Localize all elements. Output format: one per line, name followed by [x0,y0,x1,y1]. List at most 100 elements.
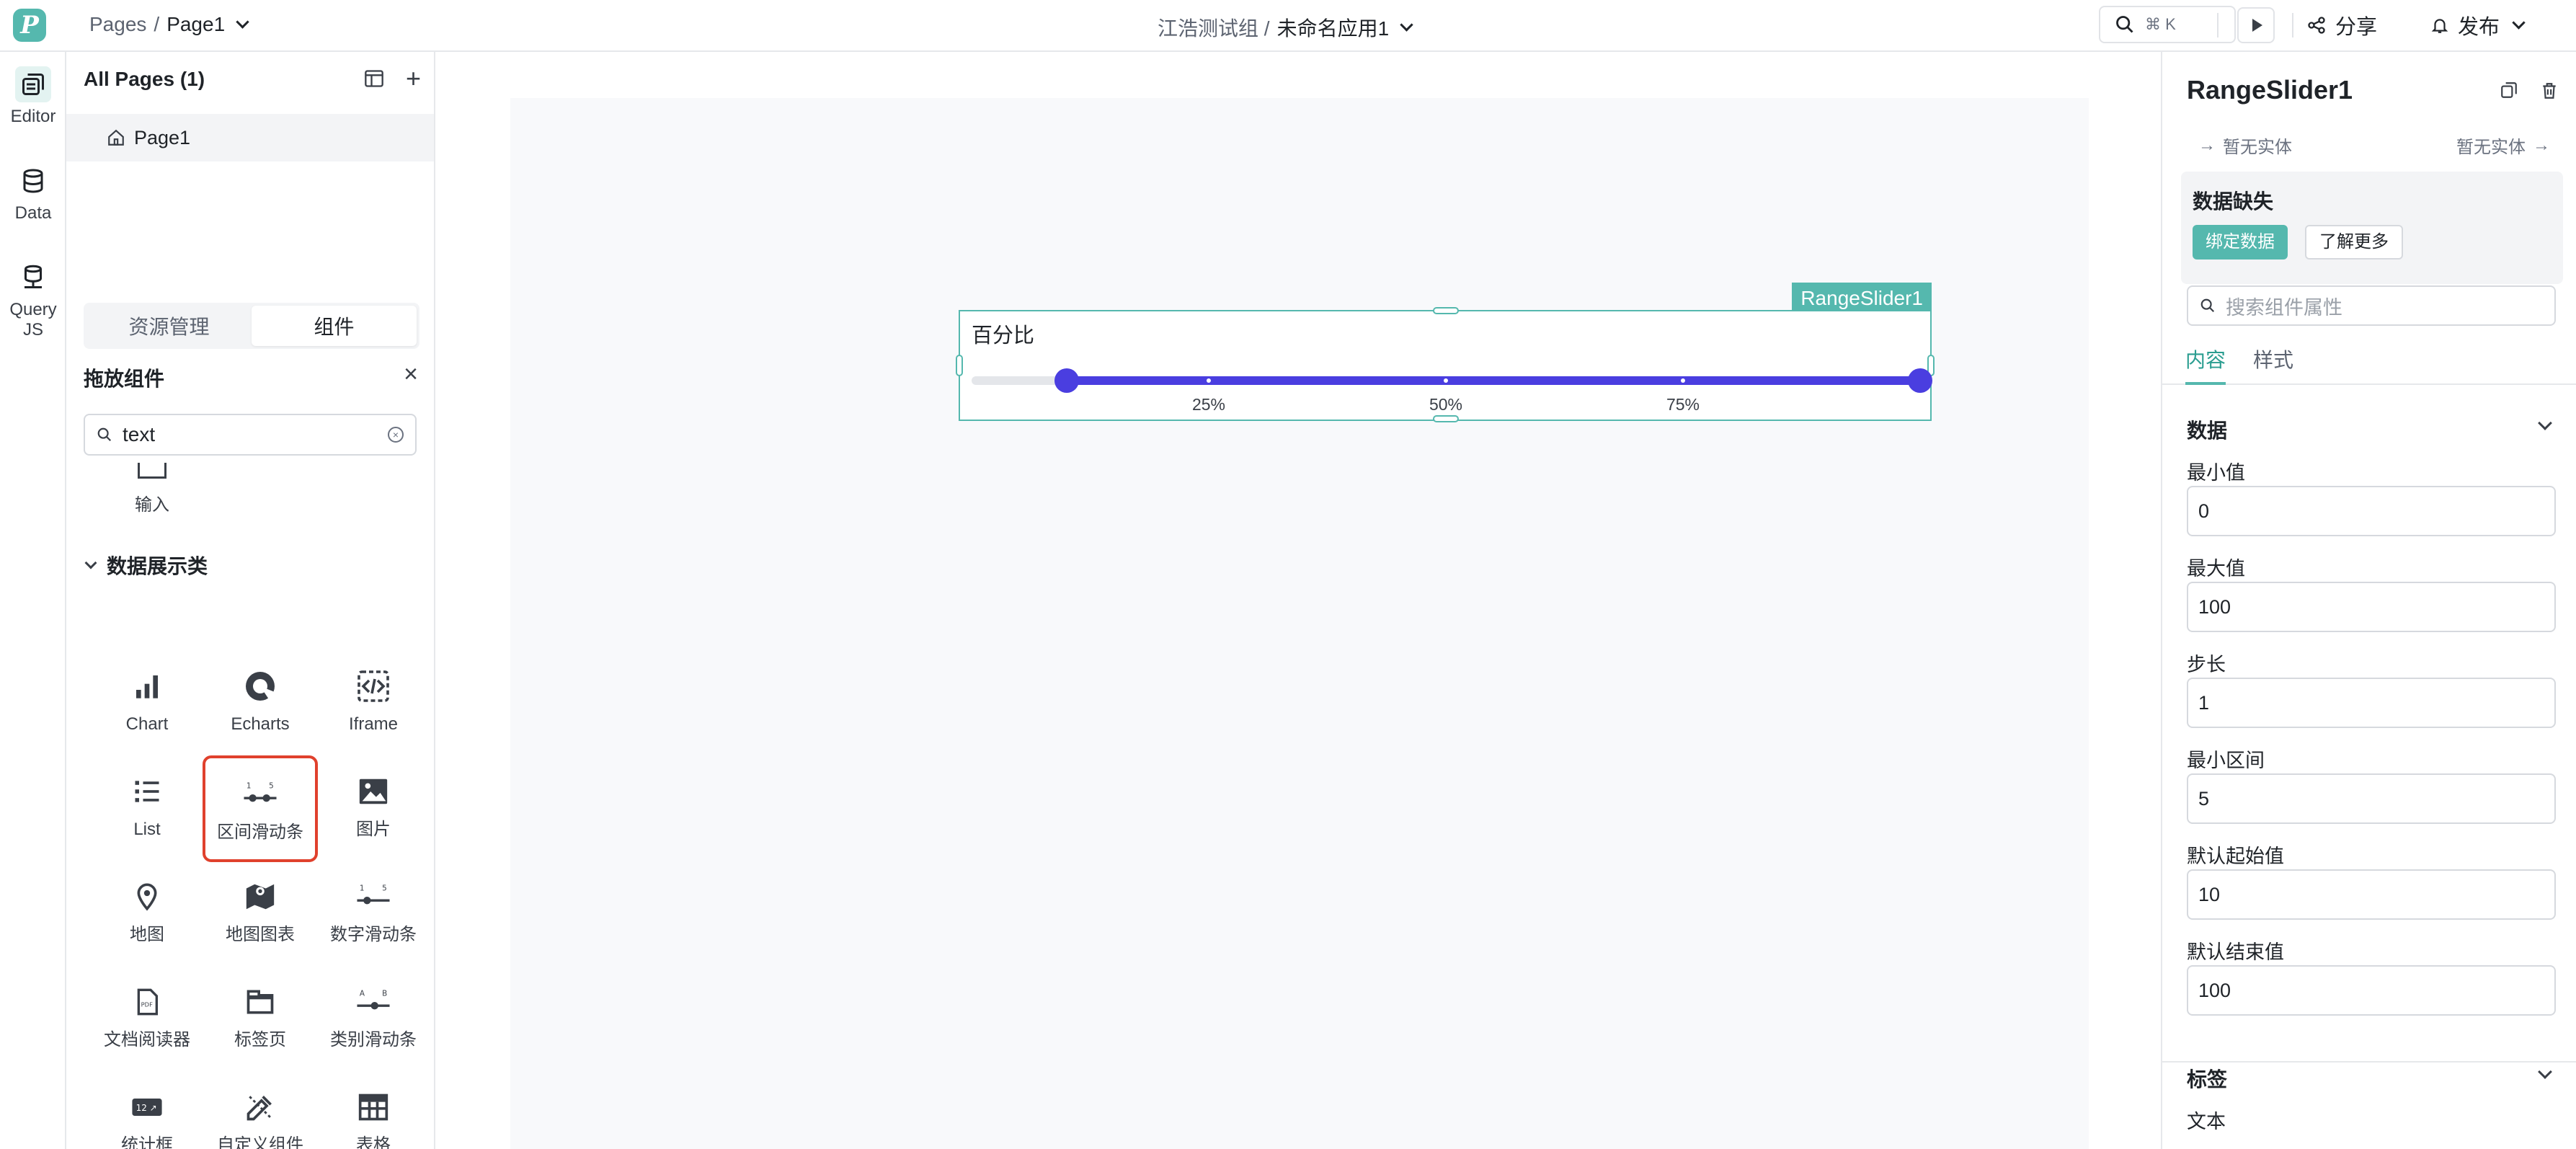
field-input[interactable]: 100 [2187,582,2556,632]
component-item[interactable]: PDF 文档阅读器 [89,966,205,1073]
entity-right[interactable]: 暂无实体 → [2456,133,2550,158]
component-item[interactable]: 12 ↗ 统计框 [89,1071,205,1149]
property-search-input[interactable]: 搜索组件属性 [2187,285,2556,326]
tabs-icon [240,982,280,1022]
tab-content[interactable]: 内容 [2185,345,2226,385]
play-icon [2252,19,2262,32]
label-text-label: 文本 [2187,1111,2226,1132]
svg-text:5: 5 [269,781,274,790]
delete-icon[interactable] [2540,81,2559,101]
resize-handle-left[interactable] [956,355,963,376]
query-icon [15,259,51,296]
field-input[interactable]: 5 [2187,773,2556,824]
svg-text:12 ↗: 12 ↗ [136,1103,157,1113]
rail-query-js[interactable]: Query JS [0,259,66,340]
database-icon [15,163,51,199]
svg-text:5: 5 [382,884,387,892]
svg-text:B: B [382,989,387,998]
page-canvas[interactable] [510,98,2089,1149]
component-item[interactable]: 1 5 数字滑动条 [316,861,431,967]
map-pin-icon [127,877,167,917]
field-input[interactable]: 1 [2187,678,2556,728]
app-logo[interactable]: P [13,9,46,42]
widget-name-tag[interactable]: RangeSlider1 [1792,283,1932,311]
component-input[interactable]: 输入 [112,463,192,515]
breadcrumb-page-select[interactable]: Page1 [166,13,225,36]
page-list-item[interactable]: Page1 [66,114,434,161]
section-data-title[interactable]: 数据 [2187,415,2227,444]
slider-end-handle[interactable] [1908,368,1932,393]
copy-icon[interactable] [2500,81,2518,99]
component-item[interactable]: 1 5 区间滑动条 [203,755,318,862]
component-item[interactable]: 表格 [316,1071,431,1149]
component-item[interactable]: 地图图表 [203,861,318,967]
property-tabs: 内容 样式 [2162,339,2576,385]
field-label: 默认结束值 [2187,941,2284,963]
widget-title[interactable]: RangeSlider1 [2187,75,2353,105]
field-input[interactable]: 0 [2187,486,2556,536]
chevron-down-icon[interactable] [2512,15,2526,30]
section-label-title[interactable]: 标签 [2187,1064,2227,1093]
rail-data[interactable]: Data [0,163,66,223]
editor-canvas-area [435,52,2161,1149]
command-search-button[interactable]: ⌘ K [2099,6,2236,43]
statistic-icon: 12 ↗ [127,1087,167,1127]
tab-components[interactable]: 组件 [252,306,417,346]
preview-button[interactable] [2237,7,2275,43]
breadcrumb-separator: / [154,13,160,35]
component-label: 类别滑动条 [330,1030,417,1050]
resize-handle-bottom[interactable] [1433,415,1459,422]
clear-icon[interactable]: × [388,427,404,443]
iframe-icon [353,666,394,706]
chevron-down-icon[interactable] [236,14,249,29]
arrow-right-icon: → [2198,135,2216,155]
component-item[interactable]: Chart [89,650,205,757]
page-actions: + [364,66,421,92]
component-item[interactable]: 图片 [316,755,431,862]
learn-more-button[interactable]: 了解更多 [2305,225,2403,259]
editor-icon [15,66,51,102]
category-slider-icon: AB [353,982,394,1022]
slider-start-handle[interactable] [1054,368,1079,393]
bind-data-button[interactable]: 绑定数据 [2193,225,2288,259]
chevron-down-icon[interactable] [1400,17,1413,32]
slider-fill [1066,376,1920,385]
entity-right-label: 暂无实体 [2456,138,2526,157]
component-item[interactable]: A B 类别滑动条 [316,966,431,1073]
tab-assets[interactable]: 资源管理 [86,306,252,346]
component-item[interactable]: Iframe [316,650,431,757]
close-icon[interactable]: × [404,360,418,389]
component-label: 自定义组件 (New) [217,1135,303,1149]
search-placeholder: 搜索组件属性 [2226,296,2342,319]
echarts-icon [240,666,280,706]
add-page-icon[interactable]: + [406,66,421,92]
share-button[interactable]: 分享 [2306,10,2377,40]
field-label: 最小区间 [2187,750,2265,771]
svg-text:A: A [360,989,365,998]
component-item[interactable]: List [89,755,205,862]
chevron-down-icon [84,556,97,569]
component-item[interactable]: 标签页 [203,966,318,1073]
app-name-select[interactable]: 未命名应用1 [1277,13,1390,42]
category-data-display[interactable]: 数据展示类 [84,551,208,580]
breadcrumb-pages[interactable]: Pages [89,13,146,36]
field-input[interactable]: 100 [2187,965,2556,1016]
component-item[interactable]: Echarts [203,650,318,757]
component-item[interactable]: 自定义组件 (New) [203,1071,318,1149]
publish-button[interactable]: 发布 [2430,10,2526,40]
layout-icon[interactable] [364,69,384,88]
chevron-down-icon[interactable] [2538,1065,2552,1079]
properties-panel: RangeSlider1 → 暂无实体 暂无实体 → 数据缺失 绑定数据 了解更… [2161,52,2576,1149]
field-input[interactable]: 10 [2187,869,2556,920]
entity-left[interactable]: → 暂无实体 [2198,133,2292,158]
slider-track[interactable]: 25% 50% 75% [972,368,1932,414]
rail-data-label: Data [14,203,52,223]
range-slider-widget[interactable]: RangeSlider1 百分比 25% 50% 75% [956,283,1935,422]
tab-style[interactable]: 样式 [2253,345,2293,385]
resize-handle-top[interactable] [1433,307,1459,314]
chevron-down-icon[interactable] [2538,416,2552,430]
divider [2162,1061,2576,1063]
component-search-input[interactable]: text × [84,414,417,456]
component-item[interactable]: 地图 [89,861,205,967]
rail-editor[interactable]: Editor [0,66,66,127]
